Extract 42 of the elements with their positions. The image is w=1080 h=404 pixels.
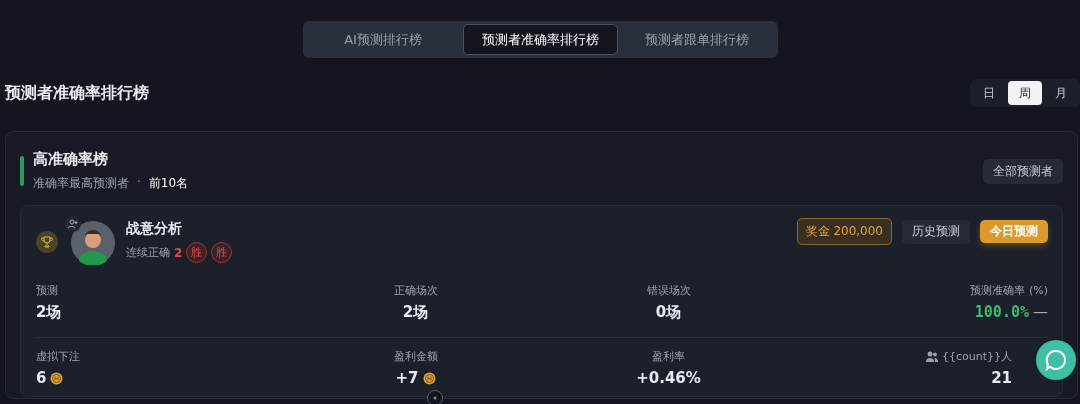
predictor-name: 战意分析 xyxy=(126,220,183,238)
trophy-icon xyxy=(41,235,53,248)
stat-label: 错误场次 xyxy=(646,283,691,298)
all-predictors-button[interactable]: 全部预测者 xyxy=(983,158,1063,184)
stat-label: 正确场次 xyxy=(393,283,438,298)
page-title: 预测者准确率排行榜 xyxy=(5,82,149,104)
board-limit: 前10名 xyxy=(148,175,189,192)
board-title: 高准确率榜 xyxy=(33,150,109,169)
period-tab[interactable]: 周 xyxy=(1008,81,1042,105)
result-badge: 胜 xyxy=(186,242,208,263)
separator: · xyxy=(137,175,141,191)
stat-label: 盈利率 xyxy=(652,349,685,364)
history-button[interactable]: 历史预测 xyxy=(902,219,970,244)
stat-value: 21 xyxy=(991,369,1012,387)
stat-value: 2场 xyxy=(402,303,429,322)
trend-mark: — xyxy=(1033,303,1048,321)
streak-count: 2 xyxy=(174,245,183,260)
stat-label: 预测准确率 (%) xyxy=(970,283,1048,298)
stat-label: 盈利金额 xyxy=(393,349,438,364)
result-badge: 胜 xyxy=(211,242,233,263)
add-user-icon[interactable] xyxy=(68,219,78,229)
period-tab[interactable]: 月 xyxy=(1044,81,1078,105)
streak-label: 连续正确 xyxy=(126,245,170,260)
tab[interactable]: 预测者准确率排行榜 xyxy=(462,24,618,55)
board-subtitle: 准确率最高预测者 xyxy=(33,175,129,192)
stat-value: 0场 xyxy=(655,303,682,322)
coin-icon xyxy=(422,371,436,385)
stat-value: +0.46% xyxy=(636,369,701,387)
avatar xyxy=(71,221,115,265)
stat-value: +7 xyxy=(395,369,419,387)
stat-label: 预测 xyxy=(36,283,58,298)
period-tab[interactable]: 日 xyxy=(972,81,1006,105)
stat-value: 2场 xyxy=(36,303,62,322)
stat-label: 虚拟下注 xyxy=(36,349,80,364)
prize-badge: 奖金 200,000 xyxy=(796,218,892,245)
stat-value: 6 xyxy=(36,369,47,387)
tab[interactable]: AI预测排行榜 xyxy=(305,24,461,55)
tab[interactable]: 预测者跟单排行榜 xyxy=(619,24,775,55)
stat-value: 100.0% xyxy=(974,303,1029,321)
people-icon xyxy=(925,351,938,362)
stat-label: {{count}}人 xyxy=(941,349,1012,364)
coin-icon xyxy=(50,371,64,385)
